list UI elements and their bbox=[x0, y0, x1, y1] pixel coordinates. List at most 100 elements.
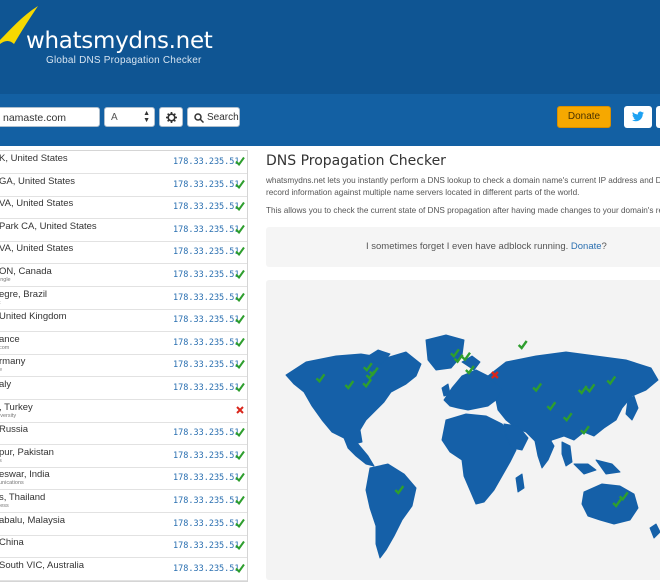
result-row[interactable]: ON, Canada ingle 178.33.235.51 bbox=[0, 264, 247, 287]
result-row[interactable]: aly 178.33.235.51 bbox=[0, 377, 247, 400]
check-icon bbox=[235, 428, 245, 438]
result-location: VA, United States bbox=[0, 243, 74, 255]
result-location: aly bbox=[0, 379, 12, 390]
result-row[interactable]: VA, United States 178.33.235.51 bbox=[0, 241, 247, 265]
adblock-notice: I sometimes forget I even have adblock r… bbox=[266, 227, 660, 267]
check-icon bbox=[235, 450, 245, 460]
check-icon bbox=[235, 337, 245, 347]
check-icon bbox=[235, 156, 245, 166]
result-row[interactable]: egre, Brazilt 178.33.235.51 bbox=[0, 287, 247, 310]
donate-link[interactable]: Donate bbox=[571, 241, 602, 252]
result-row[interactable]: eswar, India unications 178.33.235.51 bbox=[0, 467, 247, 491]
result-row[interactable]: United Kingdom 178.33.235.51 bbox=[0, 309, 247, 333]
twitter-icon bbox=[632, 111, 644, 122]
result-ip: 178.33.235.51 bbox=[173, 541, 240, 552]
result-ip: 178.33.235.51 bbox=[173, 270, 240, 280]
donate-button[interactable]: Donate bbox=[557, 106, 611, 128]
result-provider: s bbox=[0, 458, 2, 464]
result-row[interactable]: China 178.33.235.51 bbox=[0, 535, 247, 559]
description-line: whatsmydns.net lets you instantly perfor… bbox=[266, 176, 660, 185]
result-row[interactable]: , Turkey iversity bbox=[0, 400, 247, 423]
result-ip: 178.33.235.51 bbox=[173, 383, 240, 393]
result-ip: 178.33.235.51 bbox=[173, 496, 240, 506]
check-icon bbox=[235, 315, 245, 325]
result-location: rmany bbox=[0, 356, 26, 368]
result-ip: 178.33.235.51 bbox=[173, 337, 240, 348]
result-location: pur, Pakistan bbox=[0, 446, 54, 458]
result-location: egre, Brazil bbox=[0, 288, 48, 300]
result-ip: 178.33.235.51 bbox=[173, 473, 240, 484]
check-icon bbox=[235, 224, 245, 234]
result-location: abalu, Malaysia bbox=[0, 514, 66, 526]
search-icon bbox=[194, 113, 204, 123]
result-ip: 178.33.235.51 bbox=[173, 563, 240, 574]
result-row[interactable]: abalu, Malaysia 178.33.235.51 bbox=[0, 513, 247, 536]
result-location: South VIC, Australia bbox=[0, 559, 85, 571]
result-row[interactable]: VA, United States 178.33.235.51 bbox=[0, 196, 247, 220]
cross-icon bbox=[236, 405, 244, 414]
check-icon bbox=[235, 269, 245, 279]
result-location: GA, United States bbox=[0, 175, 76, 187]
results-list: K, United States 178.33.235.51 GA, United … bbox=[0, 150, 248, 582]
adblock-end: ? bbox=[601, 241, 607, 252]
check-icon bbox=[235, 292, 245, 302]
check-icon bbox=[235, 541, 245, 551]
logo-subtitle: Global DNS Propagation Checker bbox=[46, 55, 202, 66]
check-icon bbox=[235, 202, 245, 212]
result-location: China bbox=[0, 537, 24, 549]
world-map-svg bbox=[285, 334, 660, 559]
result-ip: 178.33.235.51 bbox=[173, 157, 240, 167]
check-icon bbox=[235, 179, 245, 189]
check-icon bbox=[235, 563, 245, 573]
result-location: s, Thailand bbox=[0, 492, 46, 503]
result-row[interactable]: s, Thailandless 178.33.235.51 bbox=[0, 490, 247, 513]
result-row[interactable]: Russia 178.33.235.51 bbox=[0, 422, 247, 446]
result-location: K, United States bbox=[0, 153, 68, 164]
gear-icon bbox=[166, 112, 177, 123]
result-row[interactable]: GA, United States 178.33.235.51 bbox=[0, 174, 247, 197]
result-location: , Turkey bbox=[0, 401, 33, 413]
page-title: DNS Propagation Checker bbox=[266, 153, 446, 169]
search-button-label: Search bbox=[207, 112, 239, 123]
result-provider: less bbox=[0, 503, 9, 509]
settings-button[interactable] bbox=[159, 107, 183, 127]
result-location: United Kingdom bbox=[0, 311, 67, 323]
result-ip: 178.33.235.51 bbox=[173, 315, 240, 326]
share-button[interactable] bbox=[656, 106, 660, 128]
result-row[interactable]: ance com 178.33.235.51 bbox=[0, 332, 247, 355]
result-row[interactable]: pur, Pakistans 178.33.235.51 bbox=[0, 445, 247, 468]
twitter-button[interactable] bbox=[624, 106, 652, 128]
record-type-value: A bbox=[111, 112, 118, 123]
result-ip: 178.33.235.51 bbox=[173, 450, 240, 461]
map-marker-russia[interactable] bbox=[517, 340, 528, 350]
result-ip: 178.33.235.51 bbox=[173, 360, 240, 371]
description-line: record information against multiple name… bbox=[266, 188, 580, 197]
result-row[interactable]: South VIC, Australia 178.33.235.51 bbox=[0, 558, 247, 581]
result-provider: com bbox=[0, 344, 10, 351]
result-provider: e bbox=[0, 367, 2, 373]
result-provider: ingle bbox=[0, 277, 11, 283]
result-ip: 178.33.235.51 bbox=[173, 247, 240, 258]
search-button[interactable]: Search bbox=[187, 107, 240, 127]
check-icon bbox=[235, 247, 245, 257]
logo-title[interactable]: whatsmydns.net bbox=[26, 28, 213, 54]
result-provider: iversity bbox=[0, 412, 17, 419]
result-ip: 178.33.235.51 bbox=[173, 202, 240, 213]
result-location: Russia bbox=[0, 424, 29, 436]
result-ip: 178.33.235.51 bbox=[173, 292, 240, 303]
result-ip: 178.33.235.51 bbox=[173, 428, 240, 439]
adblock-text: I sometimes forget I even have adblock r… bbox=[366, 241, 569, 252]
domain-input[interactable]: namaste.com bbox=[0, 107, 100, 127]
result-row[interactable]: K, United States 178.33.235.51 bbox=[0, 151, 247, 174]
check-icon bbox=[235, 382, 245, 392]
world-map bbox=[266, 280, 660, 580]
result-row[interactable]: Park CA, United States 178.33.235.51 bbox=[0, 219, 247, 242]
result-location: eswar, India bbox=[0, 469, 50, 481]
record-type-select[interactable]: A ▲ ▼ bbox=[104, 107, 155, 127]
result-row[interactable]: rmanye 178.33.235.51 bbox=[0, 354, 247, 378]
result-provider: t bbox=[0, 300, 1, 306]
result-ip: 178.33.235.51 bbox=[173, 224, 240, 235]
result-ip: 178.33.235.51 bbox=[173, 518, 240, 529]
result-provider: unications bbox=[0, 480, 24, 487]
description-line: This allows you to check the current sta… bbox=[266, 206, 660, 215]
